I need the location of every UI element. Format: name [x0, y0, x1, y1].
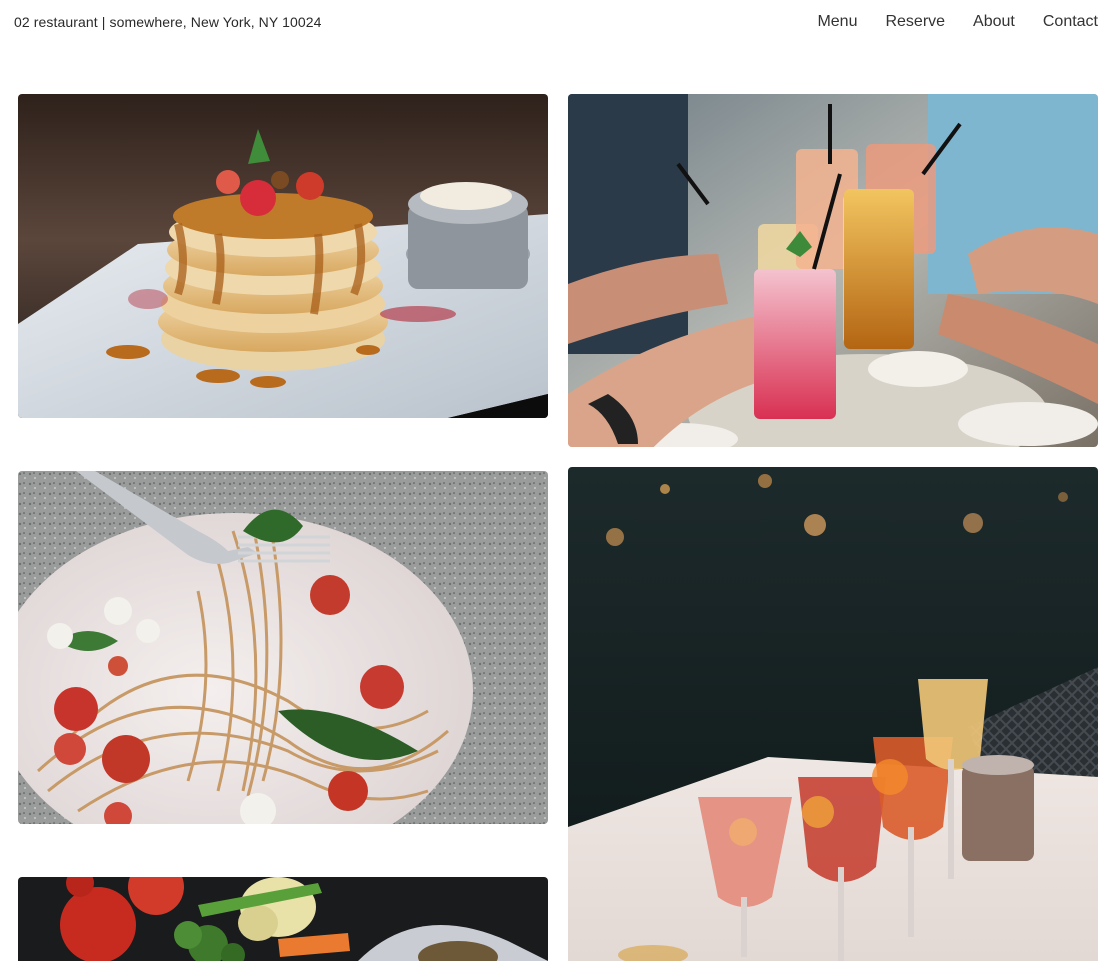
nav-menu-link[interactable]: Menu [817, 13, 857, 31]
site-header: 02 restaurant | somewhere, New York, NY … [0, 0, 1116, 46]
restaurant-brand: 02 restaurant | somewhere, New York, NY … [14, 14, 322, 30]
gallery-photo-pancakes[interactable] [18, 94, 548, 418]
toast-image [568, 94, 1098, 447]
spaghetti-image [18, 471, 548, 824]
gallery-photo-toast[interactable] [568, 94, 1098, 447]
vegetables-image [18, 877, 548, 961]
nav-about-link[interactable]: About [973, 13, 1015, 31]
nav-contact-link[interactable]: Contact [1043, 13, 1098, 31]
gallery-photo-cocktails[interactable] [568, 467, 1098, 961]
nav-reserve-link[interactable]: Reserve [885, 13, 945, 31]
main-nav: Menu Reserve About Contact [817, 13, 1098, 31]
cocktails-image [568, 467, 1098, 961]
gallery-photo-spaghetti[interactable] [18, 471, 548, 824]
pancakes-image [18, 94, 548, 418]
gallery-photo-vegetables[interactable] [18, 877, 548, 961]
